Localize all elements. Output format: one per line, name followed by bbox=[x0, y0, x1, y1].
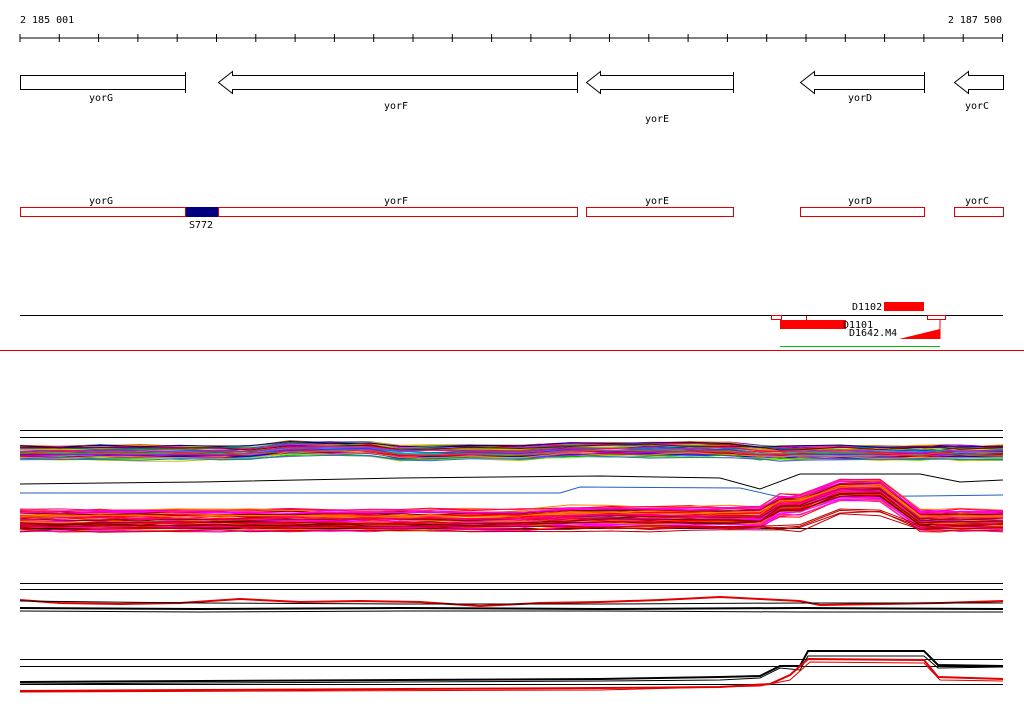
profile-line bbox=[19, 610, 1003, 613]
gene-label-yorF: yorF bbox=[384, 101, 408, 112]
gene-label-yorG: yorG bbox=[89, 93, 113, 104]
marker-label-D1642-M4: D1642.M4 bbox=[849, 328, 897, 339]
genome-browser-view[interactable]: 2 185 001 2 187 500 yorG yorF yorE yorD bbox=[0, 0, 1024, 714]
gene-yorF[interactable]: yorF bbox=[217, 70, 578, 113]
gene-yorD[interactable]: yorD bbox=[799, 70, 925, 105]
feature-track: yorG S772 yorF yorE yorD yorC bbox=[20, 196, 1004, 231]
feature-S772[interactable]: S772 bbox=[186, 207, 218, 231]
feature-yorE[interactable]: yorE bbox=[586, 196, 734, 217]
feature-label-yorG: yorG bbox=[89, 196, 113, 207]
coordinate-ruler: 2 185 001 2 187 500 bbox=[19, 15, 1003, 42]
feature-yorG[interactable]: yorG bbox=[20, 196, 186, 217]
marker-D1102[interactable]: D1102 bbox=[852, 302, 924, 313]
gene-yorE[interactable]: yorE bbox=[585, 70, 734, 126]
expression-profiles-panel-3[interactable] bbox=[19, 650, 1004, 693]
marker-track: D1102 D1101 D1642.M4 bbox=[0, 302, 1024, 351]
profile-line bbox=[19, 606, 1004, 611]
expression-profiles-panel-2[interactable] bbox=[19, 583, 1004, 613]
gene-yorG[interactable]: yorG bbox=[20, 72, 186, 104]
gene-label-yorE: yorE bbox=[645, 114, 669, 125]
profile-line bbox=[19, 657, 1004, 692]
profile-line bbox=[19, 595, 1004, 608]
feature-yorF[interactable]: yorF bbox=[218, 196, 578, 217]
feature-label-yorD: yorD bbox=[848, 196, 872, 207]
feature-label-yorE: yorE bbox=[645, 196, 669, 207]
expression-profiles-panel-1[interactable] bbox=[19, 430, 1004, 533]
marker-bracket-left bbox=[771, 315, 782, 320]
gene-label-yorD: yorD bbox=[848, 93, 872, 104]
gene-label-yorC: yorC bbox=[965, 101, 989, 112]
feature-label-yorF: yorF bbox=[384, 196, 408, 207]
gene-yorC[interactable]: yorC bbox=[953, 70, 1004, 113]
feature-label-S772: S772 bbox=[189, 220, 213, 231]
ruler-end-label: 2 187 500 bbox=[948, 15, 1002, 26]
marker-label-D1102: D1102 bbox=[852, 302, 882, 313]
ruler-start-label: 2 185 001 bbox=[20, 15, 74, 26]
marker-bracket-right bbox=[927, 315, 946, 320]
feature-yorC[interactable]: yorC bbox=[954, 196, 1004, 217]
feature-yorD[interactable]: yorD bbox=[800, 196, 925, 217]
gene-track: yorG yorF yorE yorD yorC bbox=[20, 70, 1004, 126]
feature-label-yorC: yorC bbox=[965, 196, 989, 207]
